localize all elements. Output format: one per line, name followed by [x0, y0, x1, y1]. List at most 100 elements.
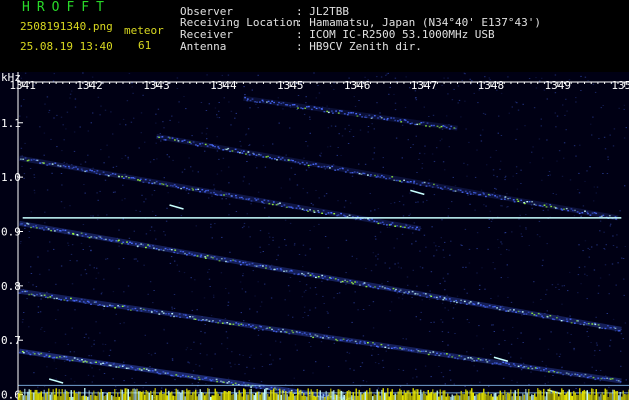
noise-dot [555, 193, 557, 195]
trace-dot [242, 198, 244, 200]
bottom-band-bar [196, 396, 198, 400]
bottom-band-bar [543, 388, 545, 400]
noise-dot [492, 324, 494, 326]
trace-dot [282, 102, 285, 104]
trace-dot [165, 183, 167, 185]
noise-dot [578, 244, 580, 246]
y-tick-label: 0.9 [1, 225, 21, 238]
trace-dot [377, 222, 380, 225]
noise-dot [410, 147, 412, 148]
trace-dot [346, 169, 349, 171]
trace-dot [438, 354, 441, 357]
trace-dot [516, 198, 519, 201]
trace-dot [28, 293, 30, 296]
trace-dot [168, 137, 171, 139]
bottom-band-bar [394, 393, 396, 400]
noise-dot [406, 383, 408, 385]
trace-dot [250, 325, 252, 328]
trace-dot [533, 314, 536, 316]
trace-dot [327, 111, 330, 114]
trace-dot [447, 356, 450, 358]
trace-dot [477, 358, 480, 360]
trace-dot [427, 182, 430, 184]
trace-dot [95, 237, 98, 239]
trace-dot [586, 376, 589, 379]
noise-dot [609, 225, 611, 227]
noise-dot [231, 351, 233, 353]
noise-dot [407, 284, 409, 286]
noise-dot [171, 358, 174, 360]
meteor-count: 61 [138, 39, 152, 52]
noise-dot [419, 250, 421, 252]
noise-dot [194, 279, 196, 281]
antenna-label: Antenna [180, 40, 227, 53]
trace-dot [383, 176, 385, 178]
noise-dot [131, 86, 133, 88]
noise-dot [580, 215, 583, 217]
trace-dot [254, 101, 256, 103]
trace-dot [39, 162, 41, 164]
trace-dot [377, 175, 379, 178]
noise-dot [398, 266, 400, 268]
bottom-band-bar [28, 389, 30, 400]
bottom-band-bar [322, 393, 324, 400]
trace-dot [51, 163, 54, 165]
trace-dot [315, 107, 318, 110]
noise-dot [257, 74, 259, 76]
noise-dot [174, 260, 176, 262]
noise-dot [449, 369, 451, 371]
trace-dot [312, 336, 314, 339]
noise-dot [453, 88, 455, 90]
noise-dot [433, 194, 436, 196]
trace-dot [343, 113, 346, 115]
bottom-band-bar [307, 388, 309, 400]
trace-dot [604, 327, 607, 330]
bottom-band-bar [397, 391, 399, 400]
noise-dot [243, 176, 245, 178]
bottom-band-bar [202, 392, 204, 400]
trace-dot [576, 211, 579, 213]
noise-dot [609, 134, 611, 136]
noise-dot [241, 288, 243, 290]
trace-dot [123, 364, 125, 367]
noise-dot [200, 330, 202, 332]
noise-dot [372, 301, 375, 303]
trace-dot [196, 255, 199, 257]
noise-dot [428, 179, 431, 181]
trace-dot [23, 352, 25, 354]
bottom-band-bar [150, 390, 152, 400]
noise-dot [370, 270, 373, 272]
trace-dot [244, 261, 247, 264]
noise-dot [604, 148, 607, 150]
noise-dot [226, 348, 229, 350]
noise-dot [28, 231, 31, 232]
bottom-band-bar [126, 388, 128, 400]
trace-dot [349, 172, 352, 174]
trace-dot [290, 389, 293, 392]
bottom-band-bar [253, 395, 255, 400]
noise-dot [577, 274, 580, 276]
trace-dot [43, 356, 46, 358]
trace-dot [118, 239, 120, 241]
trace-dot [118, 306, 121, 308]
noise-dot [30, 266, 32, 268]
trace-dot [56, 229, 59, 231]
noise-dot [40, 298, 42, 300]
noise-dot [211, 237, 213, 239]
trace-dot [81, 235, 84, 237]
bottom-band-bar [583, 389, 585, 400]
bottom-band-bar [499, 390, 501, 400]
trace-dot [341, 280, 344, 283]
trace-dot [186, 254, 188, 256]
noise-dot [447, 93, 449, 95]
noise-dot [552, 193, 554, 194]
noise-dot [289, 197, 291, 199]
noise-dot [227, 301, 230, 303]
trace-dot [320, 166, 323, 168]
trace-dot [493, 362, 496, 364]
trace-dot [399, 119, 402, 121]
trace-dot [543, 369, 545, 371]
trace-dot [180, 187, 182, 190]
trace-dot [350, 112, 352, 114]
noise-dot [431, 226, 433, 228]
